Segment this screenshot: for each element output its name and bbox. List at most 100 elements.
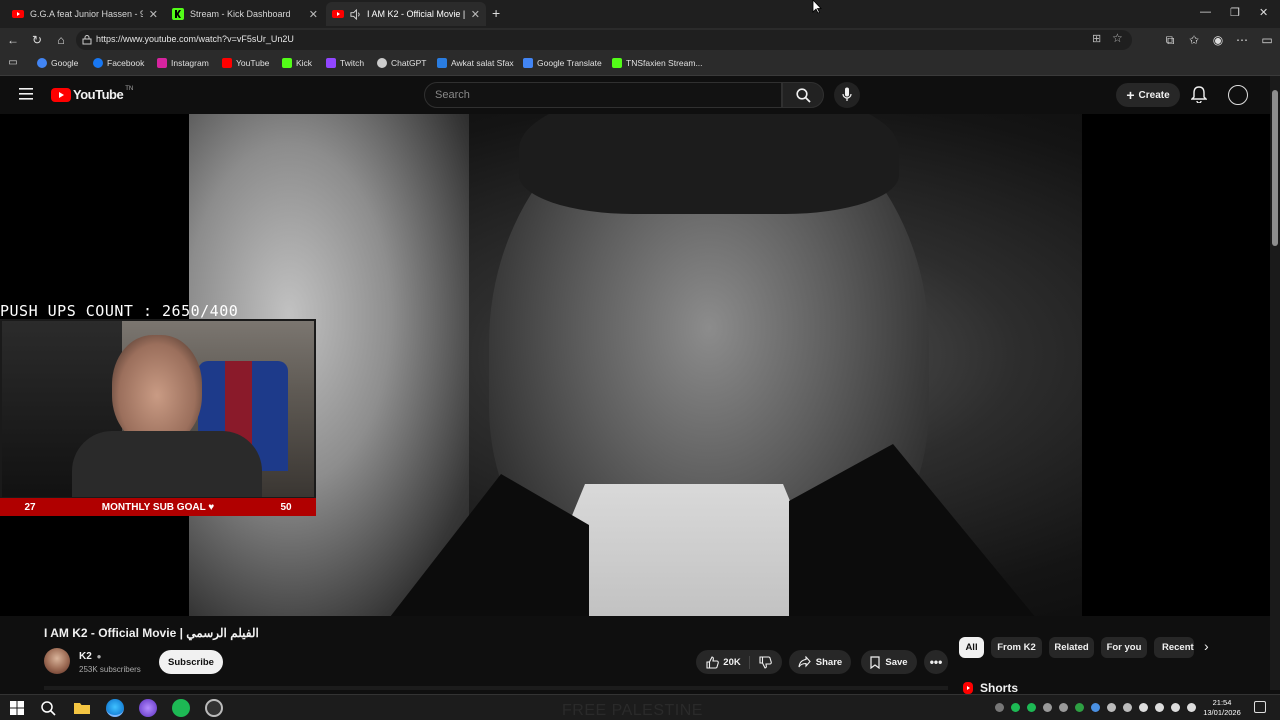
save-button[interactable]: Save (861, 650, 917, 674)
page-scrollbar[interactable] (1270, 76, 1280, 690)
share-icon (798, 656, 811, 668)
search-button[interactable] (782, 82, 824, 108)
bookmark-item[interactable]: ChatGPT (377, 58, 426, 68)
search-icon (796, 88, 811, 103)
bookmark-item[interactable]: Awkat salat Sfax (437, 58, 514, 68)
notifications-bell-icon[interactable] (1191, 86, 1207, 103)
bookmark-item[interactable]: Twitch (326, 58, 364, 68)
tray-app-icon[interactable] (1123, 703, 1132, 712)
home-icon[interactable]: ⌂ (53, 32, 69, 48)
edge-browser-icon[interactable] (106, 699, 124, 717)
volume-icon[interactable] (1187, 703, 1196, 712)
discord-icon[interactable] (139, 699, 157, 717)
bookmark-item[interactable]: Kick (282, 58, 312, 68)
chip-recent[interactable]: Recent (1154, 637, 1194, 658)
create-button[interactable]: + Create (1116, 83, 1180, 107)
spotify-icon[interactable] (172, 699, 190, 717)
windows-start-icon[interactable] (8, 699, 26, 717)
bookmarks-menu-icon[interactable]: ▭ (5, 55, 21, 71)
tray-app-icon[interactable] (995, 703, 1004, 712)
tray-app-icon[interactable] (1107, 703, 1116, 712)
kick-icon (172, 8, 184, 20)
subscribe-button[interactable]: Subscribe (159, 650, 223, 674)
tray-app-icon[interactable] (1027, 703, 1036, 712)
chip-all[interactable]: All (959, 637, 984, 658)
bookmark-item[interactable]: Google (37, 58, 78, 68)
chevron-right-icon[interactable]: › (1204, 638, 1209, 654)
share-button[interactable]: Share (789, 650, 851, 674)
mouse-cursor-icon (812, 0, 822, 14)
scrollbar-thumb[interactable] (1272, 90, 1278, 246)
reload-icon[interactable]: ↻ (29, 32, 45, 48)
tray-app-icon[interactable] (1011, 703, 1020, 712)
tray-app-icon[interactable] (1059, 703, 1068, 712)
profile-icon[interactable]: ◉ (1210, 32, 1226, 48)
shorts-section-header: Shorts (962, 681, 1018, 695)
close-tab-icon[interactable]: ✕ (309, 8, 318, 21)
bookmark-item[interactable]: Instagram (157, 58, 209, 68)
more-horizontal-icon: ••• (929, 655, 943, 669)
search-input[interactable]: Search (424, 82, 782, 108)
sidebar-toggle-icon[interactable]: ▭ (1259, 32, 1275, 48)
maximize-icon[interactable]: ❐ (1230, 6, 1240, 19)
youtube-icon (222, 58, 232, 68)
minimize-icon[interactable]: — (1200, 6, 1211, 18)
obs-icon[interactable] (205, 699, 223, 717)
bookmark-item[interactable]: TNSfaxien Stream... (612, 58, 703, 68)
hamburger-menu-icon[interactable] (19, 88, 33, 100)
extensions-icon[interactable]: ⧉ (1162, 32, 1178, 48)
network-icon[interactable] (1155, 703, 1164, 712)
close-window-icon[interactable]: ✕ (1259, 6, 1268, 19)
speaker-icon[interactable] (1171, 703, 1180, 712)
back-icon[interactable]: ← (5, 32, 21, 48)
thumbs-up-icon (706, 655, 720, 669)
site-info-icon[interactable] (82, 35, 92, 45)
file-explorer-icon[interactable] (73, 699, 91, 717)
speaker-icon[interactable] (350, 8, 361, 20)
account-avatar[interactable] (1228, 85, 1248, 105)
twitch-icon (326, 58, 336, 68)
youtube-icon (332, 10, 344, 18)
more-actions-button[interactable]: ••• (924, 650, 948, 674)
chatgpt-icon (377, 58, 387, 68)
favorite-star-icon[interactable]: ☆ (1112, 31, 1123, 45)
notification-center-icon[interactable] (1254, 701, 1266, 713)
taskbar-clock[interactable]: 21:54 13/01/2026 (1199, 698, 1245, 718)
bookmark-item[interactable]: Google Translate (523, 58, 602, 68)
browser-tab[interactable]: G.G.A feat Junior Hassen - 9anoun ✕ (6, 2, 164, 26)
tray-app-icon[interactable] (1091, 703, 1100, 712)
description-box-edge (44, 686, 948, 690)
close-tab-icon[interactable]: ✕ (471, 8, 480, 21)
more-menu-icon[interactable]: ⋯ (1234, 32, 1250, 48)
reader-mode-icon[interactable]: ⊞ (1092, 32, 1101, 45)
channel-avatar[interactable] (44, 648, 70, 674)
search-icon[interactable] (39, 699, 57, 717)
google-translate-icon (523, 58, 533, 68)
chip-related[interactable]: Related (1049, 637, 1094, 658)
url-text: https://www.youtube.com/watch?v=vF5sUr_U… (96, 34, 294, 44)
browser-tab-active[interactable]: I AM K2 - Official Movie | الفيلم الرسمي… (326, 2, 486, 26)
like-button[interactable]: 20K (706, 655, 750, 669)
instagram-icon (157, 58, 167, 68)
chip-from-channel[interactable]: From K2 (991, 637, 1042, 658)
channel-name[interactable]: K2 ● (79, 651, 101, 662)
video-title: I AM K2 - Official Movie | الفيلم الرسمي (44, 626, 259, 640)
tab-title: Stream - Kick Dashboard (190, 9, 291, 19)
voice-search-button[interactable] (834, 82, 860, 108)
tray-app-icon[interactable] (1075, 703, 1084, 712)
address-bar[interactable]: https://www.youtube.com/watch?v=vF5sUr_U… (76, 30, 1132, 50)
browser-tab[interactable]: Stream - Kick Dashboard ✕ (166, 2, 324, 26)
headset-icon[interactable] (1043, 703, 1052, 712)
youtube-play-icon (51, 87, 71, 102)
chip-for-you[interactable]: For you (1101, 637, 1147, 658)
favorites-icon[interactable]: ✩ (1186, 32, 1202, 48)
new-tab-button[interactable]: + (492, 5, 500, 21)
bookmark-item[interactable]: Facebook (93, 58, 144, 68)
video-hair-shape (519, 114, 899, 214)
thumbs-down-icon[interactable] (759, 655, 772, 669)
close-tab-icon[interactable]: ✕ (149, 8, 158, 21)
browser-tab-strip: G.G.A feat Junior Hassen - 9anoun ✕ Stre… (0, 0, 1280, 28)
youtube-logo[interactable]: YouTube TN (51, 86, 133, 102)
microphone-icon[interactable] (1139, 703, 1148, 712)
bookmark-item[interactable]: YouTube (222, 58, 269, 68)
